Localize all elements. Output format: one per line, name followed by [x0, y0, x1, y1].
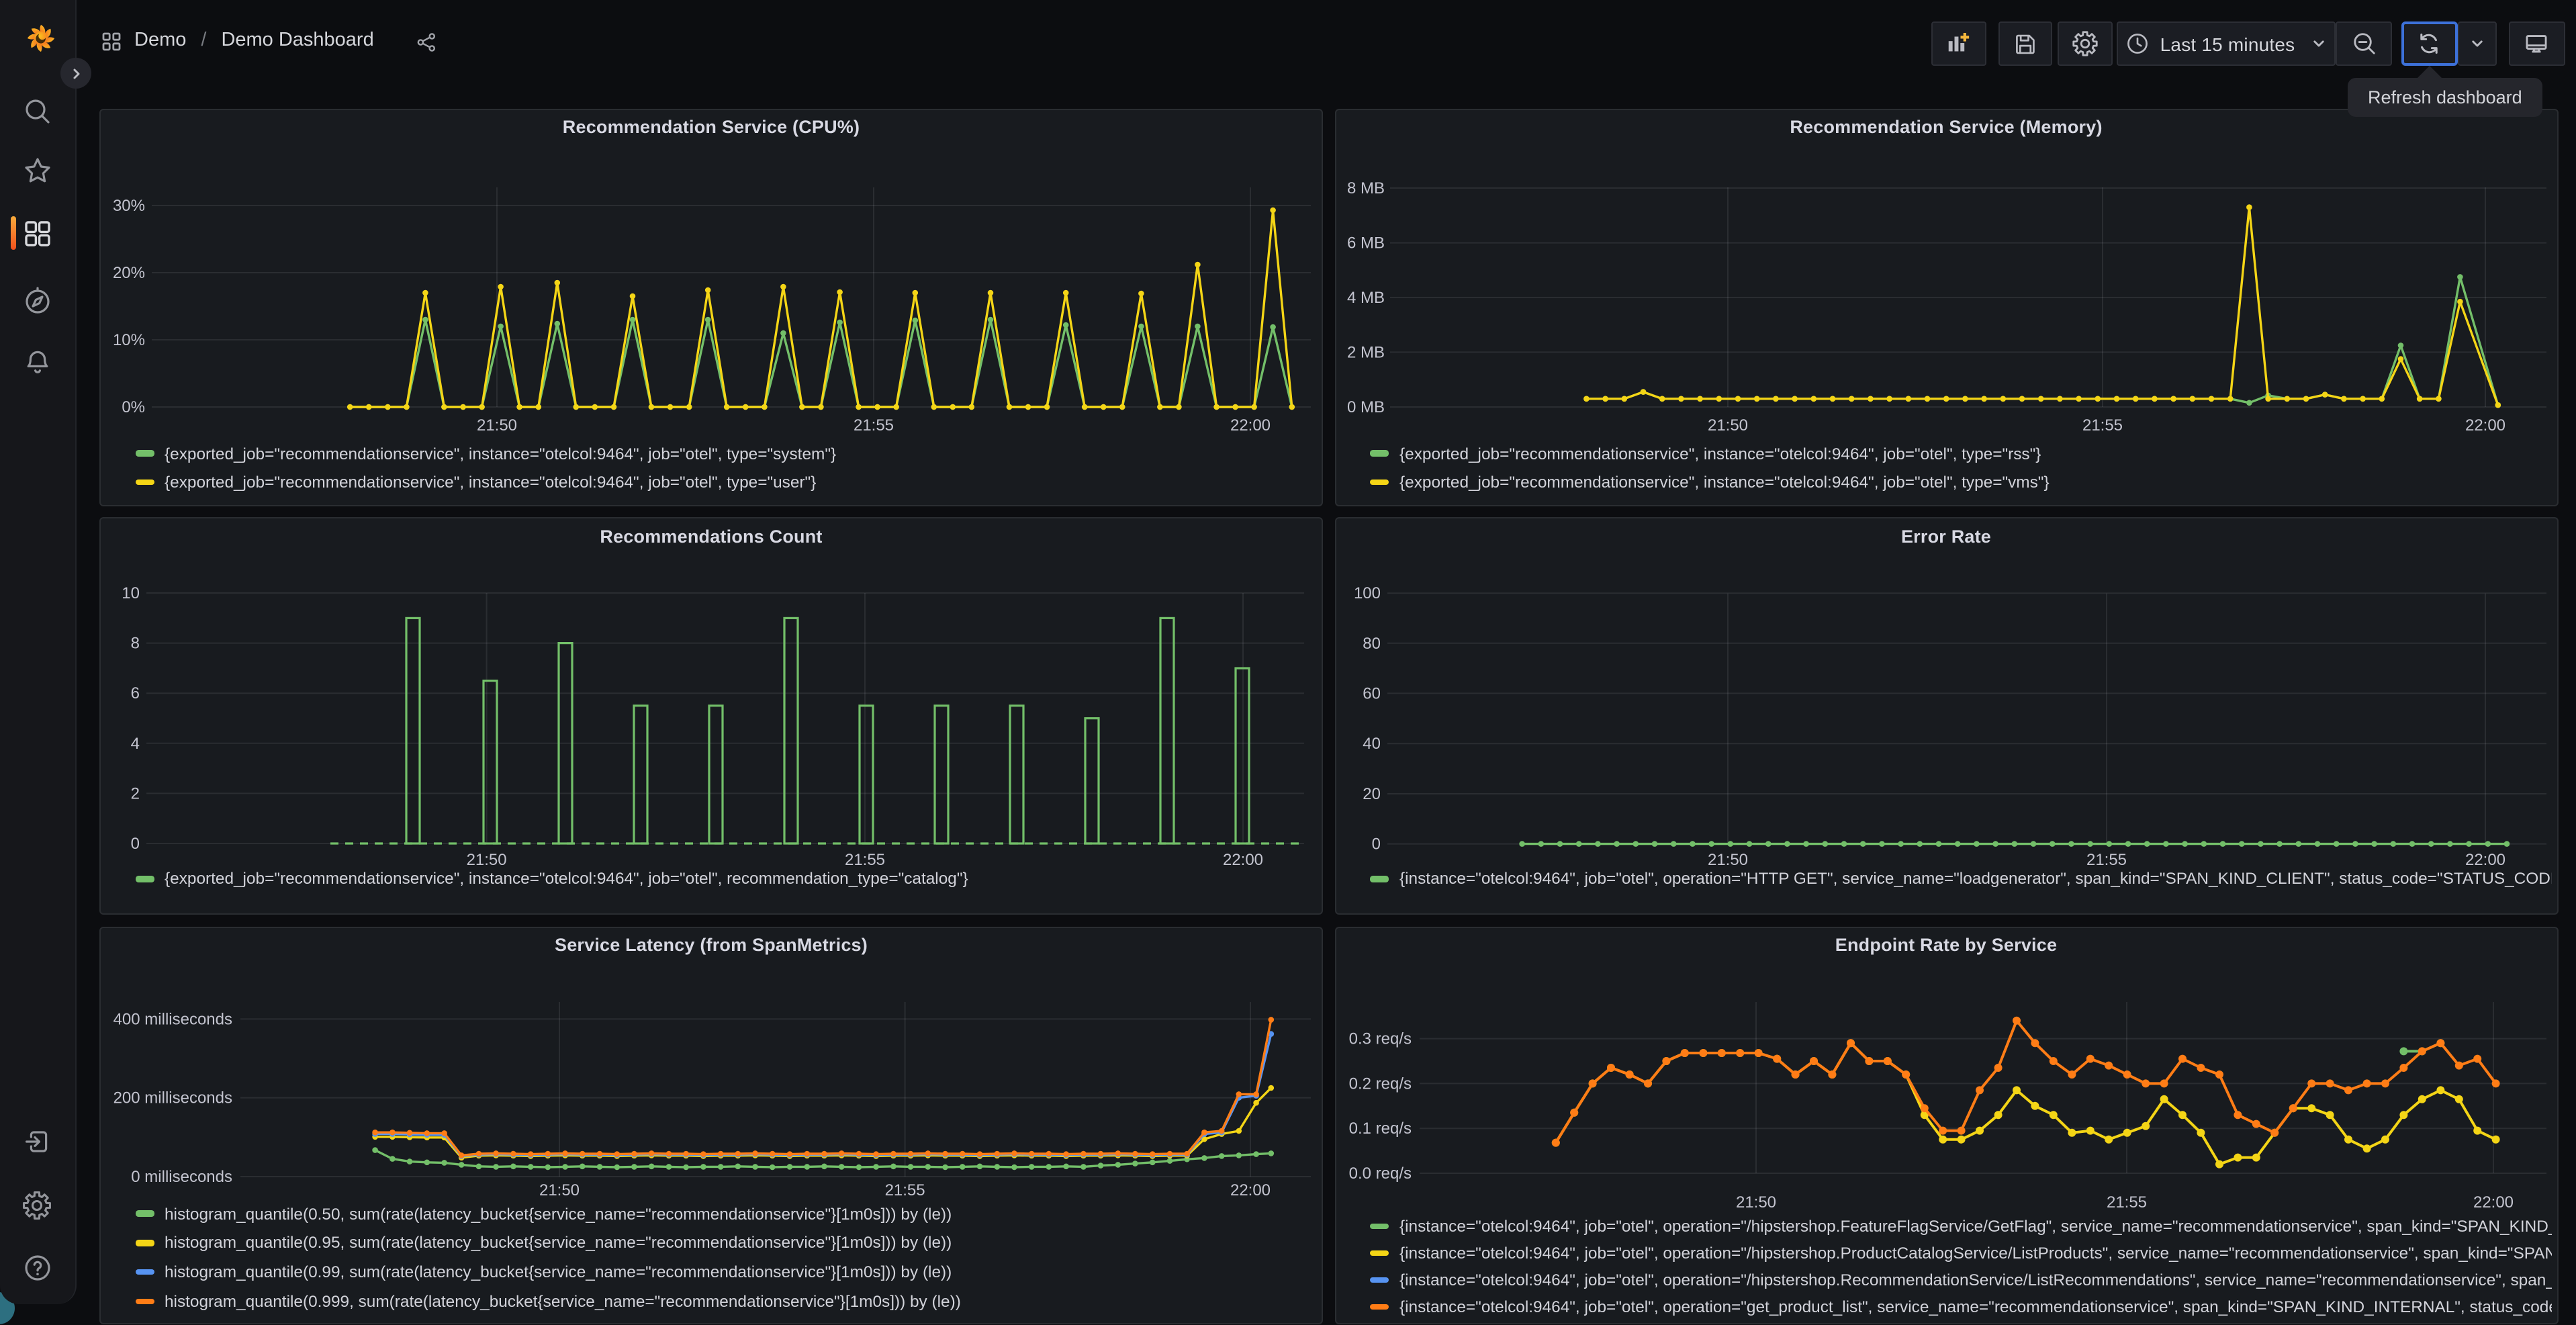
svg-text:2 MB: 2 MB [1346, 342, 1384, 361]
svg-text:80: 80 [1362, 635, 1380, 653]
svg-text:0 milliseconds: 0 milliseconds [131, 1167, 232, 1185]
svg-text:100: 100 [1353, 584, 1380, 602]
svg-text:20: 20 [1362, 785, 1380, 803]
svg-text:8: 8 [131, 635, 140, 653]
svg-text:40: 40 [1362, 735, 1380, 753]
svg-text:4 MB: 4 MB [1346, 288, 1384, 306]
svg-text:21:50: 21:50 [1735, 1193, 1776, 1211]
svg-text:2: 2 [131, 784, 140, 803]
svg-text:22:00: 22:00 [1230, 1181, 1271, 1199]
svg-text:10: 10 [122, 584, 140, 602]
svg-text:0.3 req/s: 0.3 req/s [1348, 1030, 1411, 1048]
svg-text:22:00: 22:00 [2465, 416, 2505, 434]
svg-text:60: 60 [1362, 684, 1380, 702]
svg-text:10%: 10% [113, 330, 145, 349]
svg-text:8 MB: 8 MB [1346, 179, 1384, 197]
svg-text:6: 6 [131, 684, 140, 702]
svg-text:400 milliseconds: 400 milliseconds [113, 1009, 232, 1027]
svg-text:0.2 req/s: 0.2 req/s [1348, 1074, 1411, 1092]
svg-text:4: 4 [131, 735, 140, 753]
svg-text:21:55: 21:55 [885, 1181, 925, 1199]
svg-text:0: 0 [1371, 835, 1380, 854]
svg-text:21:50: 21:50 [539, 1181, 580, 1199]
svg-text:200 milliseconds: 200 milliseconds [113, 1089, 232, 1107]
svg-text:30%: 30% [113, 196, 145, 214]
svg-text:21:55: 21:55 [854, 416, 894, 434]
svg-text:0.0 req/s: 0.0 req/s [1348, 1164, 1411, 1182]
svg-text:21:55: 21:55 [2106, 1193, 2146, 1211]
svg-text:0%: 0% [122, 398, 145, 416]
svg-text:6 MB: 6 MB [1346, 234, 1384, 252]
svg-text:21:50: 21:50 [477, 416, 517, 434]
svg-text:20%: 20% [113, 263, 145, 281]
svg-text:22:00: 22:00 [2473, 1193, 2513, 1211]
svg-text:0 MB: 0 MB [1346, 398, 1384, 416]
svg-text:22:00: 22:00 [1230, 416, 1271, 434]
svg-text:21:50: 21:50 [1707, 416, 1747, 434]
svg-text:0.1 req/s: 0.1 req/s [1348, 1119, 1411, 1137]
svg-text:21:55: 21:55 [2082, 416, 2122, 434]
svg-text:0: 0 [131, 835, 140, 853]
